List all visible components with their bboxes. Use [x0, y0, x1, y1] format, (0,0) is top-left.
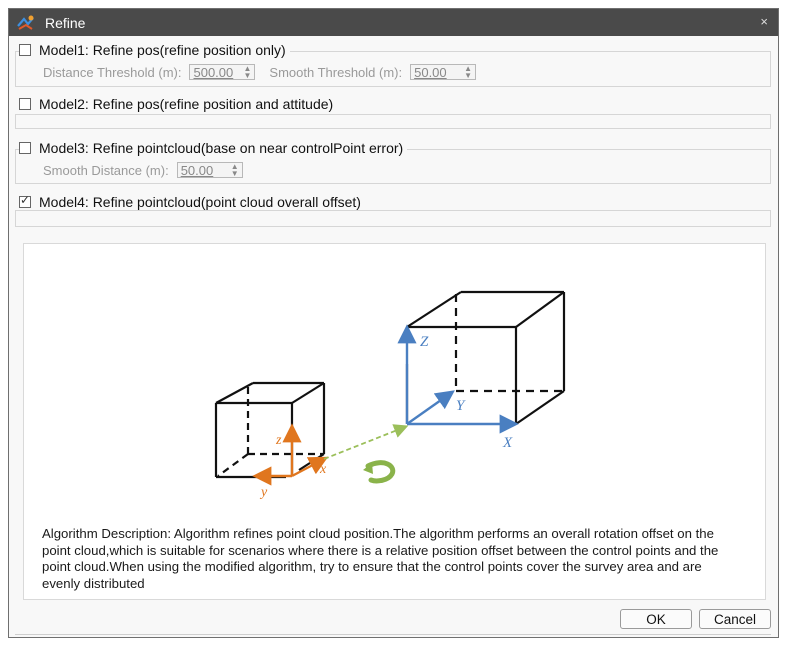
- bottom-divider: [15, 634, 771, 635]
- axis-y-large: Y: [456, 398, 466, 414]
- model2-option[interactable]: Model2: Refine pos(refine position and a…: [19, 96, 338, 112]
- model3-label: Model3: Refine pointcloud(base on near c…: [39, 140, 404, 156]
- distance-threshold-value[interactable]: 500.00: [193, 65, 237, 80]
- small-cube: [214, 381, 326, 479]
- axis-y-small: y: [259, 485, 268, 500]
- smooth-threshold-value[interactable]: 50.00: [414, 65, 458, 80]
- axis-x-large: X: [502, 435, 513, 451]
- distance-threshold-label: Distance Threshold (m):: [43, 64, 182, 80]
- axis-z-large: Z: [420, 334, 429, 350]
- model1-option[interactable]: Model1: Refine pos(refine position only): [19, 42, 290, 58]
- model1-group: Model1: Refine pos(refine position only)…: [15, 42, 771, 87]
- description-panel: Z Y X z x y Algorithm Description: Algor…: [23, 243, 766, 600]
- model1-params: Distance Threshold (m): 500.00 ▲ ▼ Smooth…: [43, 64, 477, 80]
- model2-checkbox[interactable]: [19, 98, 31, 110]
- model1-label: Model1: Refine pos(refine position only): [39, 42, 286, 58]
- axis-x-small: x: [319, 462, 327, 477]
- smooth-distance-stepper[interactable]: 50.00 ▲ ▼: [176, 162, 243, 178]
- model1-checkbox[interactable]: [19, 44, 31, 56]
- cancel-button[interactable]: Cancel: [699, 609, 771, 629]
- app-icon: [17, 15, 34, 30]
- offset-diagram: Z Y X z x y: [214, 290, 566, 500]
- model3-checkbox[interactable]: [19, 142, 31, 154]
- stepper-arrows-icon[interactable]: ▲ ▼: [243, 65, 251, 80]
- offset-arrow: [323, 424, 409, 460]
- model3-option[interactable]: Model3: Refine pointcloud(base on near c…: [19, 140, 408, 156]
- smooth-distance-value[interactable]: 50.00: [181, 163, 225, 178]
- ok-button[interactable]: OK: [620, 609, 692, 629]
- model3-params: Smooth Distance (m): 50.00 ▲ ▼: [43, 162, 243, 178]
- stepper-arrows-icon[interactable]: ▲ ▼: [464, 65, 472, 80]
- large-cube: [405, 290, 566, 425]
- close-icon[interactable]: ×: [760, 14, 768, 29]
- model4-label: Model4: Refine pointcloud(point cloud ov…: [39, 194, 361, 210]
- algorithm-description: Algorithm Description: Algorithm refines…: [42, 526, 719, 591]
- model4-option[interactable]: Model4: Refine pointcloud(point cloud ov…: [19, 193, 365, 210]
- refine-dialog: Refine × Model1: Refine pos(refine posit…: [8, 8, 779, 638]
- smooth-threshold-stepper[interactable]: 50.00 ▲ ▼: [410, 64, 477, 80]
- model2-label: Model2: Refine pos(refine position and a…: [39, 96, 334, 112]
- title-bar: Refine ×: [9, 9, 778, 36]
- small-cube-axes: [252, 423, 329, 486]
- smooth-threshold-label: Smooth Threshold (m):: [269, 64, 403, 80]
- model4-checkbox[interactable]: [19, 193, 31, 208]
- distance-threshold-stepper[interactable]: 500.00 ▲ ▼: [189, 64, 256, 80]
- model3-group: Model3: Refine pointcloud(base on near c…: [15, 140, 771, 184]
- curved-arrow-icon: [363, 460, 396, 484]
- dialog-content: Model1: Refine pos(refine position only)…: [9, 36, 778, 637]
- axis-z-small: z: [275, 433, 282, 448]
- stepper-arrows-icon[interactable]: ▲ ▼: [231, 163, 239, 178]
- window-title: Refine: [45, 15, 86, 31]
- model4-group: Model4: Refine pointcloud(point cloud ov…: [15, 193, 771, 227]
- model2-group: Model2: Refine pos(refine position and a…: [15, 96, 771, 129]
- smooth-distance-label: Smooth Distance (m):: [43, 162, 169, 178]
